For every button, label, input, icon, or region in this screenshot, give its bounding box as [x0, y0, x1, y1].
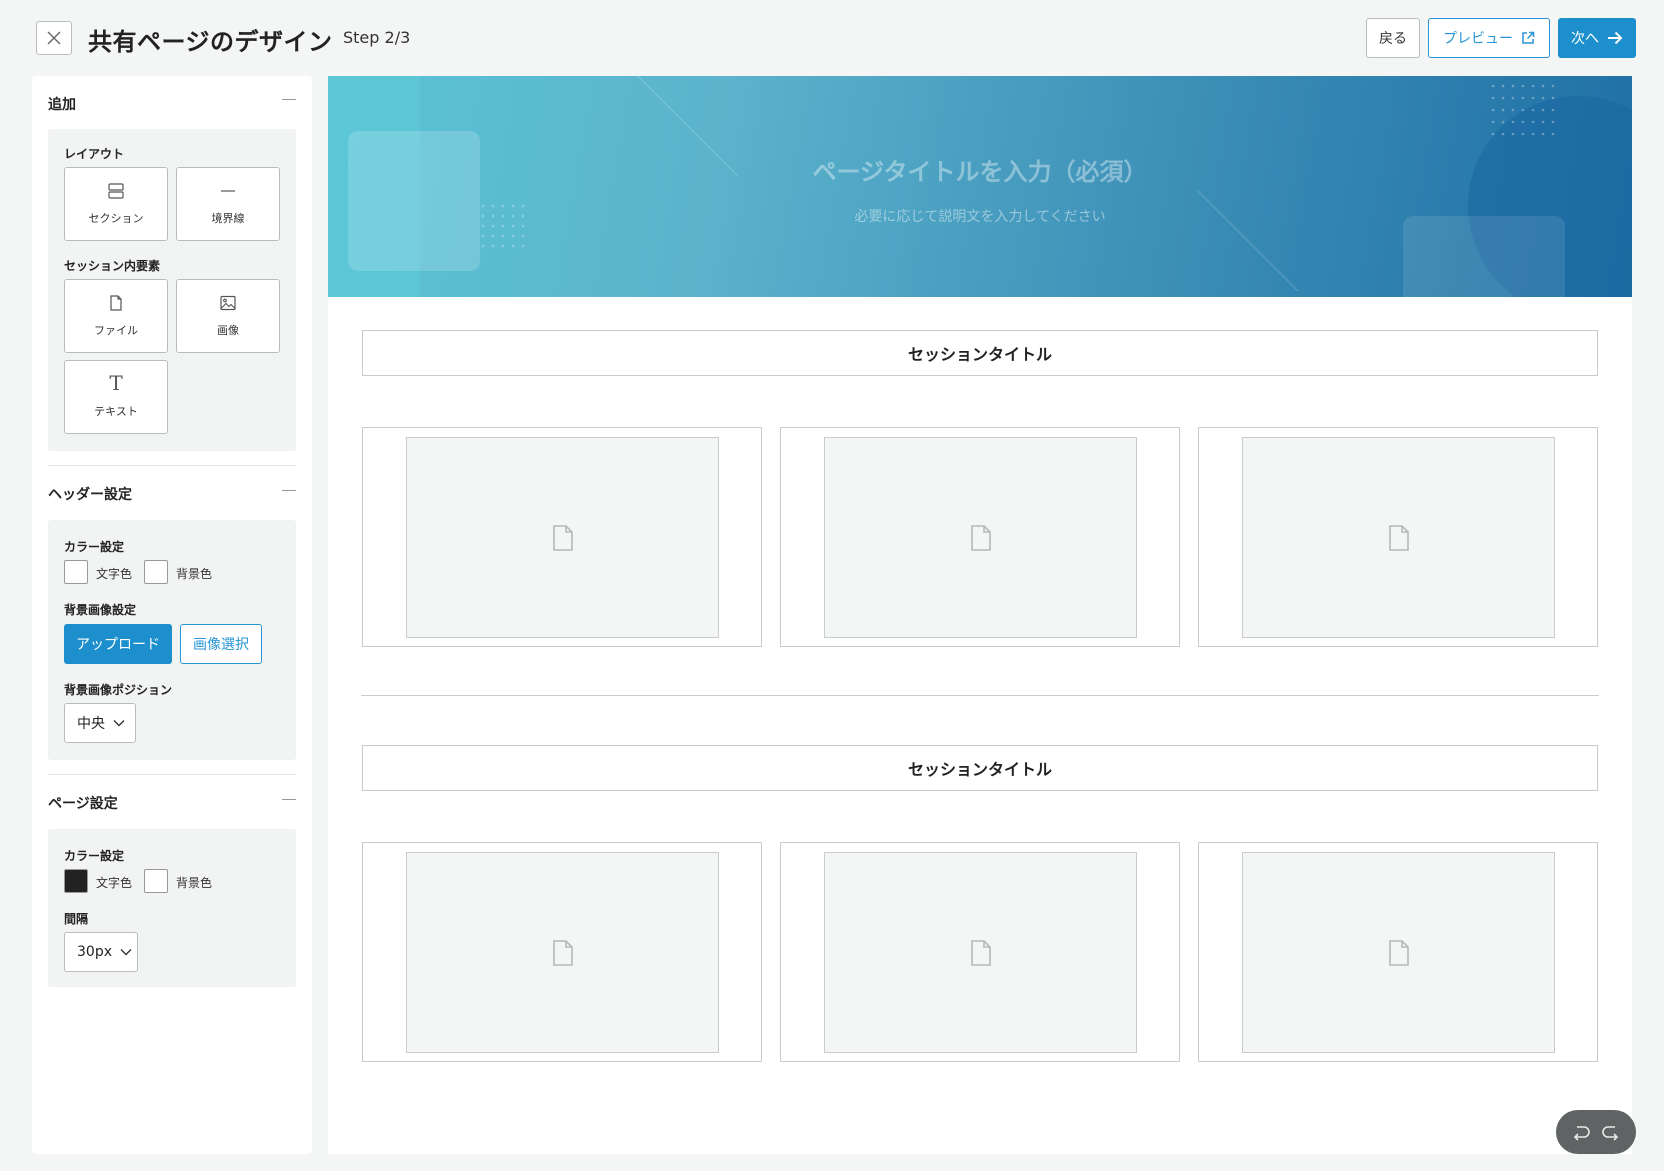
layout-label: レイアウト: [64, 147, 125, 161]
page-color-label: カラー設定: [64, 849, 125, 863]
add-text-label: テキスト: [94, 405, 138, 418]
back-button-label: 戻る: [1379, 31, 1407, 47]
page-description-input[interactable]: 必要に応じて説明文を入力してください: [328, 206, 1632, 226]
external-link-icon: [1522, 31, 1535, 44]
file-icon: [1388, 939, 1409, 966]
file-placeholder: [824, 852, 1137, 1053]
text-icon: T: [109, 371, 123, 395]
file-placeholder: [406, 437, 719, 638]
bg-position-value: 中央: [77, 716, 105, 732]
undo-button[interactable]: [1571, 1123, 1591, 1141]
page-settings-title: ページ設定: [48, 796, 118, 812]
file-icon: [552, 524, 573, 551]
close-button[interactable]: [36, 21, 72, 55]
spacing-value: 30px: [77, 944, 112, 960]
upload-button[interactable]: アップロード: [64, 624, 172, 664]
file-card[interactable]: [1198, 842, 1598, 1062]
bg-position-label: 背景画像ポジション: [64, 683, 173, 697]
redo-icon: [1602, 1126, 1619, 1141]
redo-button[interactable]: [1601, 1123, 1621, 1141]
page-bg-color-label: 背景色: [176, 876, 213, 890]
sidebar-divider: [48, 465, 296, 466]
sidebar-divider: [48, 774, 296, 775]
file-card[interactable]: [1198, 427, 1598, 647]
step-indicator: Step 2/3: [343, 28, 411, 47]
add-section-title: 追加: [48, 97, 76, 113]
add-image-tile[interactable]: 画像: [176, 279, 280, 353]
preview-button-label: プレビュー: [1443, 31, 1513, 47]
header-settings-panel: カラー設定 文字色 背景色 背景画像設定 アップロード 画像選択 背景画像ポジシ…: [48, 520, 296, 760]
bg-position-select[interactable]: 中央: [64, 703, 136, 743]
page-text-color-swatch[interactable]: [64, 869, 88, 893]
add-divider-label: 境界線: [211, 212, 245, 225]
file-card[interactable]: [362, 427, 762, 647]
spacing-label: 間隔: [64, 912, 89, 926]
header-bg-color-swatch[interactable]: [144, 560, 168, 584]
header-settings-title: ヘッダー設定: [48, 487, 132, 503]
page-title-input[interactable]: ページタイトルを入力（必須）: [328, 152, 1632, 187]
add-panel: レイアウト セクション 境界線 セッション内要素 ファイル 画像 T テキスト: [48, 129, 296, 451]
add-file-label: ファイル: [94, 324, 138, 337]
top-bar: 共有ページのデザイン Step 2/3 戻る プレビュー 次へ: [0, 0, 1664, 76]
header-hero[interactable]: ページタイトルを入力（必須） 必要に応じて説明文を入力してください: [328, 76, 1632, 297]
section-title-input[interactable]: セッションタイトル: [362, 745, 1598, 791]
collapse-header-settings-icon[interactable]: [282, 490, 296, 491]
close-icon: [47, 31, 61, 45]
header-bg-color-label: 背景色: [176, 567, 213, 581]
section-title-input[interactable]: セッションタイトル: [362, 330, 1598, 376]
bg-image-label: 背景画像設定: [64, 603, 137, 617]
add-section-label: セクション: [88, 212, 144, 225]
file-card[interactable]: [780, 427, 1180, 647]
undo-icon: [1573, 1126, 1590, 1141]
collapse-add-icon[interactable]: [282, 99, 296, 100]
add-divider-tile[interactable]: 境界線: [176, 167, 280, 241]
file-card[interactable]: [362, 842, 762, 1062]
chevron-down-icon: [120, 949, 132, 956]
page-bg-color-swatch[interactable]: [144, 869, 168, 893]
header-color-label: カラー設定: [64, 540, 125, 554]
file-icon: [970, 524, 991, 551]
page-title: 共有ページのデザイン: [88, 28, 333, 56]
next-button-label: 次へ: [1571, 31, 1599, 47]
collapse-page-settings-icon[interactable]: [282, 799, 296, 800]
file-placeholder: [824, 437, 1137, 638]
select-image-button[interactable]: 画像選択: [180, 624, 262, 664]
file-icon: [970, 939, 991, 966]
page-text-color-label: 文字色: [96, 876, 133, 890]
file-placeholder: [1242, 437, 1555, 638]
file-card[interactable]: [780, 842, 1180, 1062]
divider-icon: [221, 190, 235, 192]
file-icon: [552, 939, 573, 966]
page-settings-panel: カラー設定 文字色 背景色 間隔 30px: [48, 829, 296, 987]
undo-redo-controls: [1556, 1110, 1636, 1154]
session-elements-label: セッション内要素: [64, 259, 161, 273]
back-button[interactable]: 戻る: [1366, 18, 1420, 58]
add-file-tile[interactable]: ファイル: [64, 279, 168, 353]
next-button[interactable]: 次へ: [1558, 18, 1636, 58]
section-divider[interactable]: [361, 695, 1599, 696]
chevron-down-icon: [113, 720, 125, 727]
add-section-tile[interactable]: セクション: [64, 167, 168, 241]
add-text-tile[interactable]: T テキスト: [64, 360, 168, 434]
file-icon: [110, 295, 122, 311]
header-text-color-swatch[interactable]: [64, 560, 88, 584]
sidebar: 追加 レイアウト セクション 境界線 セッション内要素 ファイル 画像 T テキ…: [32, 76, 312, 1154]
section-icon: [108, 183, 124, 199]
add-image-label: 画像: [217, 324, 239, 337]
page-canvas: ページタイトルを入力（必須） 必要に応じて説明文を入力してください セッションタ…: [328, 76, 1632, 1154]
header-text-color-label: 文字色: [96, 567, 133, 581]
image-icon: [220, 295, 236, 311]
spacing-select[interactable]: 30px: [64, 932, 138, 972]
file-placeholder: [1242, 852, 1555, 1053]
file-icon: [1388, 524, 1409, 551]
file-placeholder: [406, 852, 719, 1053]
preview-button[interactable]: プレビュー: [1428, 18, 1550, 58]
arrow-right-icon: [1608, 31, 1623, 45]
